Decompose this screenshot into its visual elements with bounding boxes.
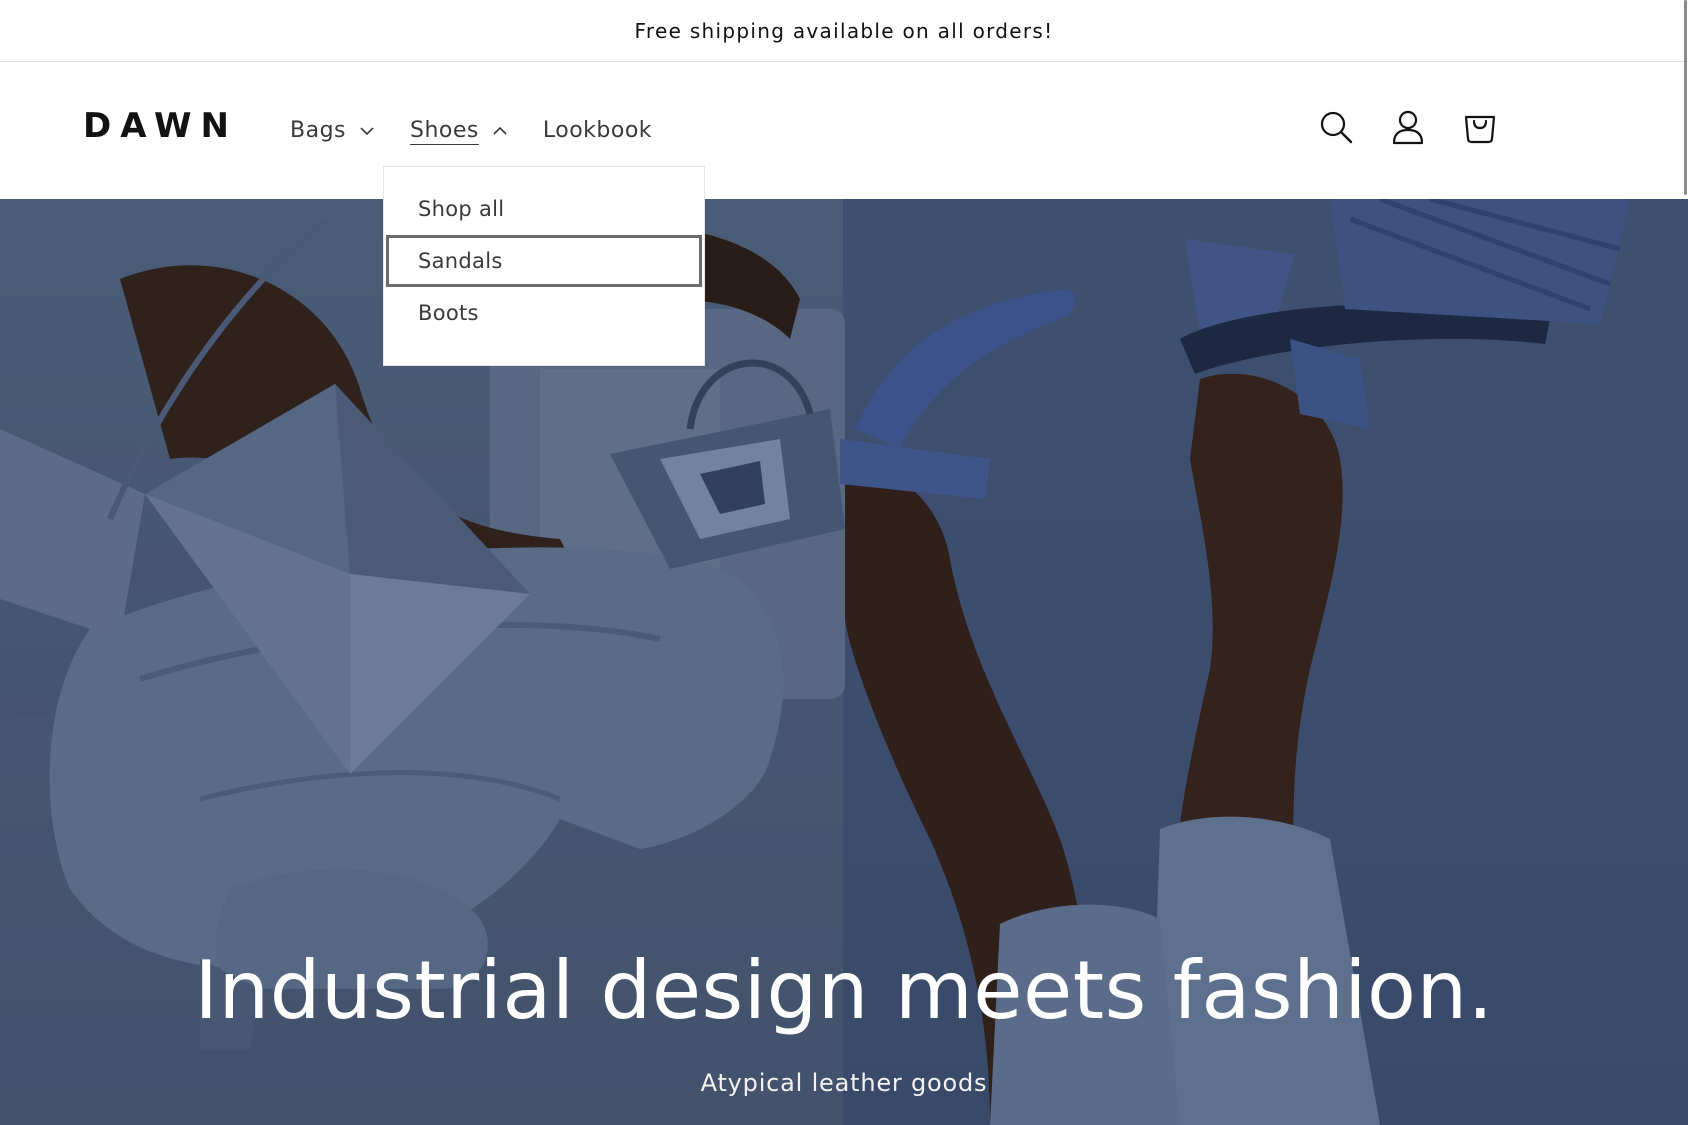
nav-item-bags[interactable]: Bags <box>290 118 376 143</box>
page-scrollbar[interactable] <box>1682 0 1688 1125</box>
hero-subtitle: Atypical leather goods <box>700 1069 988 1097</box>
account-icon <box>1392 110 1424 145</box>
announcement-text: Free shipping available on all orders! <box>634 18 1054 43</box>
site-header: DAWN Bags Shoes Lookbook <box>0 62 1688 199</box>
chevron-down-icon <box>360 126 374 135</box>
cart-button[interactable] <box>1462 108 1498 146</box>
dropdown-item-shop-all[interactable]: Shop all <box>386 183 702 235</box>
nav-item-shoes[interactable]: Shoes <box>410 118 509 143</box>
header-icons <box>1318 108 1498 146</box>
scrollbar-thumb[interactable] <box>1684 0 1687 195</box>
dropdown-item-boots[interactable]: Boots <box>386 287 702 339</box>
hero-title: Industrial design meets fashion. <box>194 944 1494 1037</box>
store-logo[interactable]: DAWN <box>83 106 238 146</box>
nav-item-lookbook[interactable]: Lookbook <box>543 118 652 143</box>
shoes-dropdown-menu: Shop all Sandals Boots <box>383 166 705 366</box>
announcement-bar: Free shipping available on all orders! <box>0 0 1688 62</box>
chevron-up-icon <box>493 126 507 135</box>
search-icon <box>1320 111 1353 144</box>
nav-item-label: Lookbook <box>542 118 653 143</box>
account-button[interactable] <box>1390 108 1426 146</box>
dropdown-item-sandals[interactable]: Sandals <box>386 235 702 287</box>
search-button[interactable] <box>1318 108 1354 146</box>
nav-item-label: Bags <box>290 118 347 143</box>
hero-banner[interactable]: Industrial design meets fashion. Atypica… <box>0 199 1688 1125</box>
cart-icon <box>1464 115 1496 144</box>
nav-item-label: Shoes <box>410 118 479 143</box>
